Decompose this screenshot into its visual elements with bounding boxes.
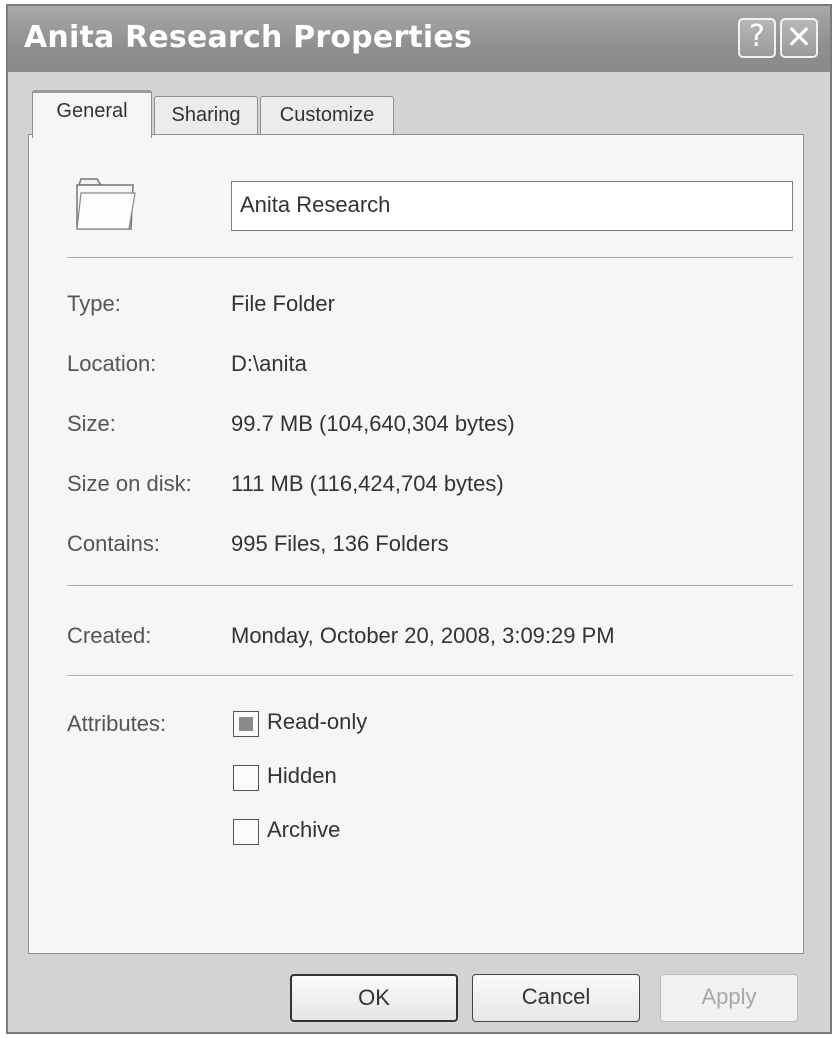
help-icon: ? — [749, 19, 765, 54]
contains-value: 995 Files, 136 Folders — [231, 531, 449, 556]
size-on-disk-value: 111 MB (116,424,704 bytes) — [231, 471, 504, 496]
archive-label[interactable]: Archive — [267, 817, 340, 843]
contains-label: Contains: — [67, 531, 160, 556]
archive-checkbox[interactable] — [233, 819, 259, 845]
attributes-label: Attributes: — [67, 711, 167, 736]
folder-name-input[interactable]: Anita Research — [231, 181, 793, 231]
location-value: D:\anita — [231, 351, 307, 376]
size-label: Size: — [67, 411, 116, 436]
window-title: Anita Research Properties — [24, 20, 472, 55]
help-button[interactable]: ? — [738, 18, 776, 58]
size-value: 99.7 MB (104,640,304 bytes) — [231, 411, 515, 436]
created-value: Monday, October 20, 2008, 3:09:29 PM — [231, 623, 615, 648]
hidden-label[interactable]: Hidden — [267, 763, 337, 789]
location-label: Location: — [67, 351, 157, 376]
cancel-button[interactable]: Cancel — [472, 974, 640, 1022]
tab-general[interactable]: General — [32, 90, 152, 138]
apply-button[interactable]: Apply — [660, 974, 798, 1022]
general-tab-panel: Anita Research Type: File Folder Locatio… — [28, 134, 804, 954]
properties-dialog: Anita Research Properties ? ✕ General Sh… — [6, 4, 832, 1034]
close-button[interactable]: ✕ — [780, 18, 818, 58]
folder-icon — [76, 178, 136, 230]
separator — [67, 585, 793, 587]
tab-sharing[interactable]: Sharing — [154, 96, 258, 134]
read-only-label[interactable]: Read-only — [267, 709, 367, 735]
close-icon: ✕ — [785, 18, 813, 56]
created-label: Created: — [67, 623, 152, 648]
size-on-disk-label: Size on disk: — [67, 471, 192, 496]
type-value: File Folder — [231, 291, 335, 316]
separator — [67, 257, 793, 259]
title-bar[interactable]: Anita Research Properties ? ✕ — [8, 6, 830, 72]
tab-customize[interactable]: Customize — [260, 96, 394, 134]
type-label: Type: — [67, 291, 121, 316]
read-only-checkbox[interactable] — [233, 711, 259, 737]
ok-button[interactable]: OK — [290, 974, 458, 1022]
separator — [67, 675, 793, 677]
hidden-checkbox[interactable] — [233, 765, 259, 791]
